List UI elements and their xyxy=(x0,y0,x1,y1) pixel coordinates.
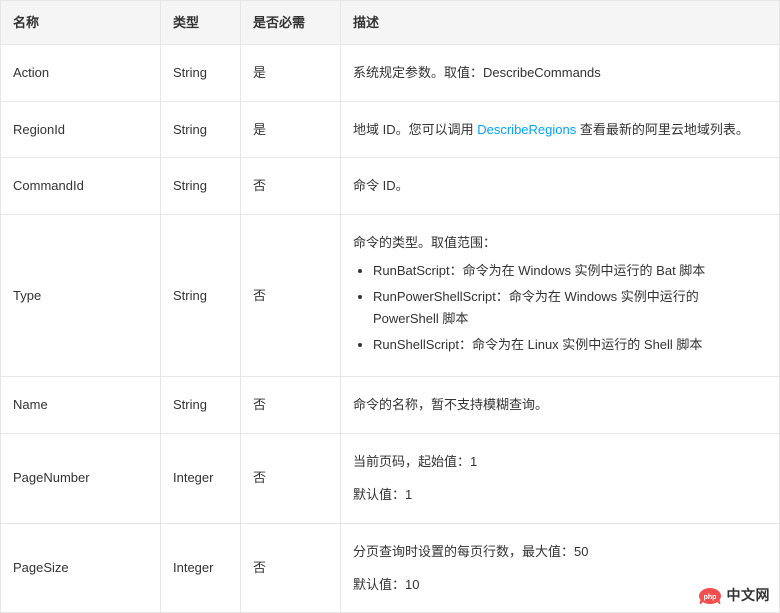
cell-name: Type xyxy=(1,214,161,377)
cell-desc: 命令的类型。取值范围： RunBatScript：命令为在 Windows 实例中… xyxy=(341,214,780,377)
cell-name: Name xyxy=(1,377,161,433)
cell-name: Action xyxy=(1,45,161,101)
cell-type: String xyxy=(161,101,241,157)
desc-text: 地域 ID。您可以调用 xyxy=(353,122,477,137)
desc-text: 命令的类型。取值范围： xyxy=(353,235,496,250)
table-row: ActionString是系统规定参数。取值：DescribeCommands xyxy=(1,45,780,101)
table-row: CommandIdString否命令 ID。 xyxy=(1,158,780,214)
header-desc: 描述 xyxy=(341,1,780,45)
header-type: 类型 xyxy=(161,1,241,45)
desc-line: 分页查询时设置的每页行数，最大值：50 xyxy=(353,540,767,563)
cell-name: PageSize xyxy=(1,523,161,613)
site-logo: php 中文网 xyxy=(693,583,775,607)
cell-desc: 地域 ID。您可以调用 DescribeRegions 查看最新的阿里云地域列表… xyxy=(341,101,780,157)
desc-text-suffix: 查看最新的阿里云地域列表。 xyxy=(576,122,749,137)
cell-desc: 命令的名称，暂不支持模糊查询。 xyxy=(341,377,780,433)
desc-link[interactable]: DescribeRegions xyxy=(477,122,576,137)
table-row: PageSizeInteger否分页查询时设置的每页行数，最大值：50默认值：1… xyxy=(1,523,780,613)
logo-brand-text: php xyxy=(703,594,716,601)
desc-list-item: RunPowerShellScript：命令为在 Windows 实例中运行的 … xyxy=(373,286,767,330)
cell-name: CommandId xyxy=(1,158,161,214)
cell-desc: 当前页码，起始值：1 默认值：1 xyxy=(341,433,780,523)
cell-required: 是 xyxy=(241,45,341,101)
cell-desc: 命令 ID。 xyxy=(341,158,780,214)
table-header-row: 名称 类型 是否必需 描述 xyxy=(1,1,780,45)
header-required: 是否必需 xyxy=(241,1,341,45)
desc-list: RunBatScript：命令为在 Windows 实例中运行的 Bat 脚本 R… xyxy=(353,260,767,356)
php-elephant-icon: php xyxy=(697,585,723,605)
desc-line: 当前页码，起始值：1 xyxy=(353,450,767,473)
header-name: 名称 xyxy=(1,1,161,45)
desc-list-item: RunBatScript：命令为在 Windows 实例中运行的 Bat 脚本 xyxy=(373,260,767,282)
cell-required: 否 xyxy=(241,214,341,377)
cell-desc: 系统规定参数。取值：DescribeCommands xyxy=(341,45,780,101)
table-row: TypeString否命令的类型。取值范围： RunBatScript：命令为在 … xyxy=(1,214,780,377)
cell-required: 是 xyxy=(241,101,341,157)
desc-text: 命令 ID。 xyxy=(353,178,409,193)
cell-required: 否 xyxy=(241,158,341,214)
cell-type: Integer xyxy=(161,433,241,523)
cell-type: String xyxy=(161,45,241,101)
cell-name: RegionId xyxy=(1,101,161,157)
cell-required: 否 xyxy=(241,433,341,523)
table-row: NameString否命令的名称，暂不支持模糊查询。 xyxy=(1,377,780,433)
cell-name: PageNumber xyxy=(1,433,161,523)
cell-required: 否 xyxy=(241,523,341,613)
cell-type: Integer xyxy=(161,523,241,613)
cell-type: String xyxy=(161,377,241,433)
desc-line: 默认值：1 xyxy=(353,483,767,506)
desc-list-item: RunShellScript：命令为在 Linux 实例中运行的 Shell 脚… xyxy=(373,334,767,356)
cell-type: String xyxy=(161,158,241,214)
cell-type: String xyxy=(161,214,241,377)
table-row: PageNumberInteger否当前页码，起始值：1 默认值：1 xyxy=(1,433,780,523)
parameters-table: 名称 类型 是否必需 描述 ActionString是系统规定参数。取值：Des… xyxy=(0,0,780,613)
desc-text: 命令的名称，暂不支持模糊查询。 xyxy=(353,397,548,412)
cell-required: 否 xyxy=(241,377,341,433)
desc-text: 系统规定参数。取值：DescribeCommands xyxy=(353,65,601,80)
table-row: RegionIdString是地域 ID。您可以调用 DescribeRegio… xyxy=(1,101,780,157)
logo-text: 中文网 xyxy=(727,585,771,605)
